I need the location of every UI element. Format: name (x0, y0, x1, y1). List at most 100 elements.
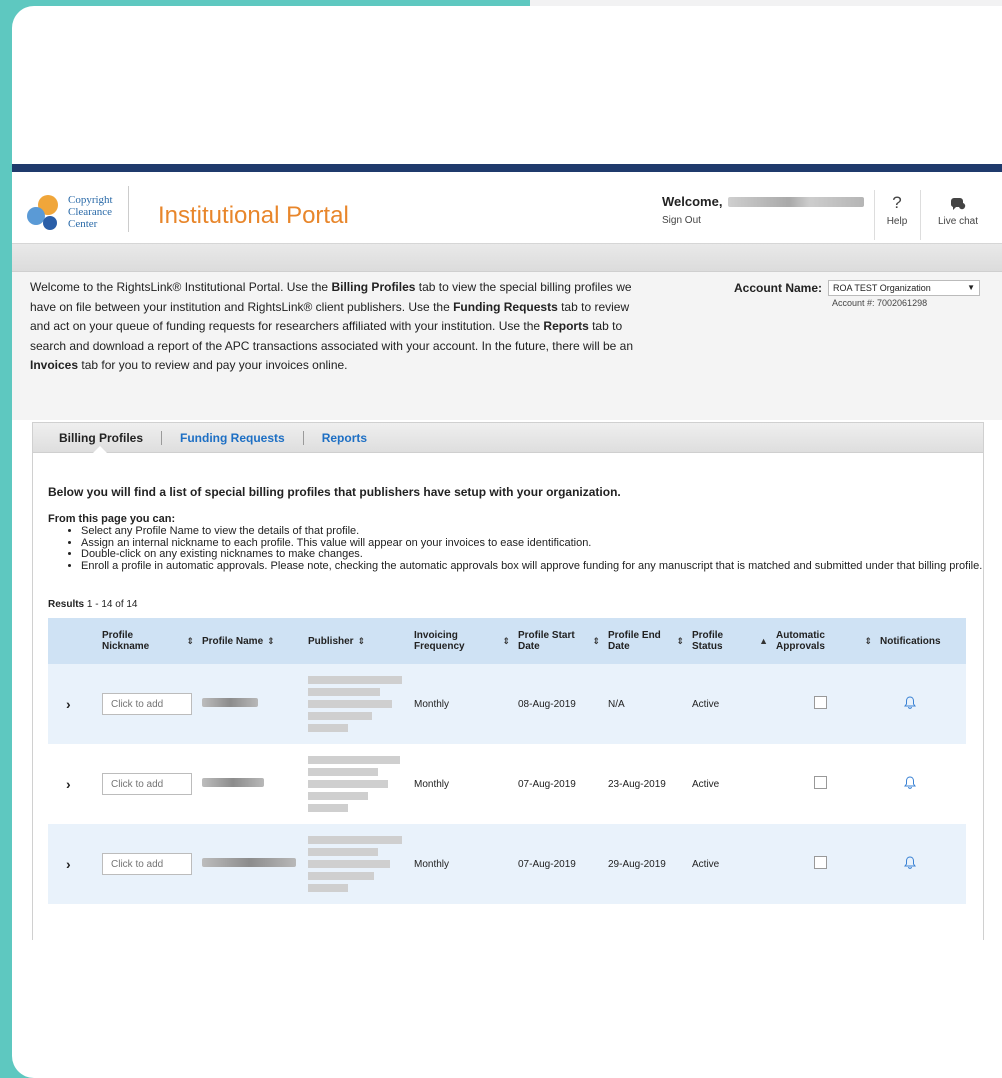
header-end-date[interactable]: Profile End Date ⇕ (604, 618, 688, 664)
account-selected: ROA TEST Organization (833, 283, 931, 293)
header-label: Profile End Date (608, 630, 661, 652)
publisher-redacted (308, 676, 402, 684)
header-frequency[interactable]: Invoicing Frequency ⇕ (410, 618, 514, 664)
header-label: Profile Nickname (102, 630, 150, 652)
portal-title: Institutional Portal (158, 202, 349, 229)
profile-name-cell[interactable] (198, 664, 304, 744)
auto-approval-checkbox[interactable] (814, 696, 827, 709)
header-profile-name[interactable]: Profile Name ⇕ (198, 618, 304, 664)
header-auto-approvals[interactable]: Automatic Approvals ⇕ (772, 618, 876, 664)
intro-text: Welcome to the RightsLink® Institutional… (30, 278, 650, 376)
header-publisher[interactable]: Publisher ⇕ (304, 618, 410, 664)
end-date-cell: N/A (604, 664, 688, 744)
nickname-input[interactable] (102, 853, 192, 875)
sort-icon: ⇕ (676, 635, 684, 646)
intro-part: tab for you to review and pay your invoi… (78, 358, 348, 372)
header-status[interactable]: Profile Status ▲ (688, 618, 772, 664)
nickname-input[interactable] (102, 773, 192, 795)
welcome-line: Welcome, (662, 194, 872, 209)
sort-icon: ⇕ (357, 635, 366, 646)
portal-header: Copyright Clearance Center Institutional… (12, 172, 1002, 244)
nickname-cell (98, 824, 198, 904)
welcome-block: Welcome, Sign Out (662, 194, 872, 226)
publisher-redacted (308, 804, 348, 812)
intro-bold: Invoices (30, 358, 79, 372)
header-nickname[interactable]: Profile Nickname ⇕ (98, 618, 198, 664)
publisher-redacted (308, 860, 390, 868)
account-select[interactable]: ROA TEST Organization ▼ (828, 280, 981, 296)
bell-icon[interactable] (904, 776, 916, 789)
frequency-cell: Monthly (410, 824, 514, 904)
results-range: 1 - 14 of 14 (84, 599, 138, 610)
chat-bubble-icon (950, 198, 966, 210)
header-label: Profile Name (202, 635, 264, 647)
help-button[interactable]: ? Help (882, 193, 912, 228)
auto-approval-cell (772, 664, 876, 744)
chevron-right-icon: › (66, 776, 71, 792)
sort-icon: ⇕ (186, 635, 194, 646)
sign-out-link[interactable]: Sign Out (662, 215, 872, 226)
question-icon: ? (892, 193, 902, 212)
header-separator (920, 190, 921, 240)
frequency-cell: Monthly (410, 664, 514, 744)
frequency-cell: Monthly (410, 744, 514, 824)
auto-approval-checkbox[interactable] (814, 776, 827, 789)
publisher-cell (304, 824, 410, 904)
publisher-redacted (308, 700, 392, 708)
notifications-cell (876, 824, 966, 904)
help-label: Help (886, 216, 908, 227)
tab-panel: Billing Profiles Funding Requests Report… (32, 422, 984, 940)
expander-cell[interactable]: › (48, 824, 98, 904)
live-chat-button[interactable]: Live chat (928, 194, 988, 227)
header-expander (48, 618, 98, 664)
account-label: Account Name: (734, 281, 823, 295)
top-stripe (12, 164, 1002, 172)
nav-bar (12, 244, 1002, 272)
sort-icon: ⇕ (864, 635, 872, 646)
profile-name-cell[interactable] (198, 744, 304, 824)
profile-name-redacted[interactable] (202, 778, 264, 787)
publisher-redacted (308, 780, 388, 788)
account-row: Account Name: ROA TEST Organization ▼ (734, 280, 992, 296)
publisher-redacted (308, 688, 380, 696)
header-label: Notifications (880, 635, 941, 647)
publisher-redacted (308, 872, 374, 880)
profile-name-cell[interactable] (198, 824, 304, 904)
start-date-cell: 08-Aug-2019 (514, 664, 604, 744)
list-item: Enroll a profile in automatic approvals.… (81, 560, 983, 573)
header-start-date[interactable]: Profile Start Date ⇕ (514, 618, 604, 664)
end-date-cell: 23-Aug-2019 (604, 744, 688, 824)
can-heading: From this page you can: (48, 513, 176, 525)
nickname-cell (98, 664, 198, 744)
header-label: Invoicing Frequency (414, 630, 465, 652)
notifications-cell (876, 744, 966, 824)
chevron-right-icon: › (66, 696, 71, 712)
header-label: Publisher (308, 635, 354, 647)
intro-area: Welcome to the RightsLink® Institutional… (12, 272, 1002, 420)
header-separator (874, 190, 875, 240)
account-number: Account #: 7002061298 (832, 298, 928, 308)
tab-reports[interactable]: Reports (304, 431, 385, 445)
bell-icon[interactable] (904, 856, 916, 869)
start-date-cell: 07-Aug-2019 (514, 824, 604, 904)
publisher-redacted (308, 712, 372, 720)
auto-approval-checkbox[interactable] (814, 856, 827, 869)
bell-icon[interactable] (904, 696, 916, 709)
intro-bold: Reports (543, 319, 589, 333)
profile-name-redacted[interactable] (202, 858, 296, 867)
table-row: › Monthly 07-Aug-2019 29-Aug-2019 (48, 824, 966, 904)
profile-name-redacted[interactable] (202, 698, 258, 707)
publisher-redacted (308, 768, 378, 776)
table-header-row: Profile Nickname ⇕ Profile Name ⇕ Publish… (48, 618, 966, 664)
tab-funding-requests[interactable]: Funding Requests (162, 431, 303, 445)
tab-billing-profiles[interactable]: Billing Profiles (59, 431, 161, 445)
expander-cell[interactable]: › (48, 744, 98, 824)
table-row: › Monthly 07-Aug-2019 23-Aug-2019 (48, 744, 966, 824)
ccc-logo[interactable]: Copyright Clearance Center (26, 192, 130, 236)
intro-part: Welcome to the RightsLink® Institutional… (30, 280, 332, 294)
account-selector: Account Name: ROA TEST Organization ▼ Ac… (734, 280, 992, 308)
user-name-redacted (728, 196, 865, 207)
lead-text: Below you will find a list of special bi… (48, 485, 621, 499)
expander-cell[interactable]: › (48, 664, 98, 744)
nickname-input[interactable] (102, 693, 192, 715)
